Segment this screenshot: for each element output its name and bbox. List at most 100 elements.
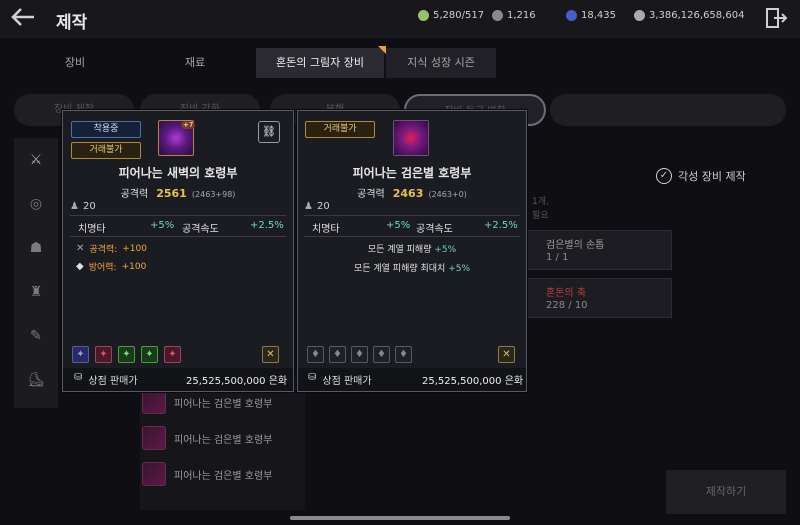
effect-value: +5%	[448, 264, 471, 274]
category-armor-icon[interactable]: ♜	[14, 272, 58, 312]
money-bag-icon: ⛁	[74, 372, 83, 383]
crit-label: 치명타	[312, 224, 340, 235]
effect-label: 모든 계열 피해량 최대치	[353, 264, 446, 274]
gem-slot-red-icon[interactable]: ✦	[95, 346, 112, 363]
gem-slot-red-icon[interactable]: ✦	[164, 346, 181, 363]
gem-slot-green-icon[interactable]: ✦	[118, 346, 135, 363]
flask-icon: ♟	[304, 201, 313, 212]
item-thumb	[142, 426, 166, 450]
link-icon[interactable]: ⛓	[258, 121, 280, 143]
crossed-swords-icon[interactable]: ✕	[262, 346, 279, 363]
untradeable-badge: 거래불가	[71, 142, 141, 159]
tab-knowledge-season[interactable]: 지식 성장 시즌	[386, 48, 496, 78]
silver-coin-icon	[634, 10, 645, 21]
item-thumb	[142, 390, 166, 414]
money-bag-icon: ⛁	[308, 372, 317, 383]
gem-slot-blue-icon[interactable]: ✦	[72, 346, 89, 363]
effect-line: 모든 계열 피해량 최대치 +5%	[299, 261, 525, 274]
attack-line: 공격력 2463 (2463+0)	[299, 182, 525, 201]
speed-label: 공격속도	[182, 224, 219, 235]
speed-value: +2.5%	[250, 220, 284, 231]
currency-crystal: 1,216	[492, 10, 536, 21]
currency-value: 3,386,126,658,604	[649, 10, 745, 21]
requirement-text: 필요	[532, 211, 549, 221]
category-boot-icon[interactable]: ⛸	[14, 360, 58, 400]
category-helmet-icon[interactable]: ☗	[14, 228, 58, 268]
level-value: 20	[82, 201, 96, 212]
empty-gem-slot-icon[interactable]: ♦	[395, 346, 412, 363]
effect-label: 모든 계열 피해량	[367, 245, 432, 255]
upgrade-level: +7	[181, 121, 196, 129]
talisman-icon	[393, 120, 429, 156]
blue-coin-icon	[566, 10, 577, 21]
exit-icon[interactable]	[764, 6, 788, 30]
equipped-badge: 착용중	[71, 121, 141, 138]
tab-chaos-shadow[interactable]: 혼돈의 그림자 장비	[256, 48, 384, 78]
sell-label: 상점 판매가	[322, 376, 372, 387]
item-thumb	[142, 462, 166, 486]
tab-equipment[interactable]: 장비	[40, 48, 110, 78]
currency-silver: 3,386,126,658,604	[634, 10, 744, 21]
subtab-empty	[550, 94, 786, 126]
bonus-value: +100	[121, 261, 147, 272]
awaken-label: 각성 장비 제작	[678, 170, 746, 183]
bonus-value: +100	[122, 243, 147, 254]
sell-price-label: ⛁ 상점 판매가	[308, 372, 372, 387]
attack-value: 2463	[392, 187, 424, 200]
tab-materials[interactable]: 재료	[160, 48, 230, 78]
divider	[304, 215, 520, 216]
material-name: 검은별의 손톱	[546, 240, 605, 251]
page-title: 제작	[56, 13, 88, 33]
home-indicator[interactable]	[290, 516, 510, 520]
attack-label: 공격력	[120, 189, 149, 200]
material-name: 혼돈의 축	[546, 288, 586, 299]
untradeable-badge: 거래불가	[305, 121, 375, 138]
currency-value: 1,216	[507, 10, 536, 21]
gem-slot-green-icon[interactable]: ✦	[141, 346, 158, 363]
list-item[interactable]: 피어나는 검은별 호령부	[142, 457, 302, 491]
category-shield-icon[interactable]: ◎	[14, 184, 58, 224]
craft-button[interactable]: 제작하기	[666, 470, 786, 514]
empty-gem-slot-icon[interactable]: ♦	[307, 346, 324, 363]
category-feather-icon[interactable]: ✎	[14, 316, 58, 356]
item-name: 피어나는 검은별 호령부	[352, 166, 472, 180]
list-item-label: 피어나는 검은별 호령부	[174, 398, 273, 410]
speed-value: +2.5%	[484, 220, 518, 231]
list-item[interactable]: 피어나는 검은별 호령부	[142, 421, 302, 455]
attack-value: 2561	[156, 187, 187, 200]
effect-value: +5%	[434, 245, 457, 255]
empty-gem-slot-icon[interactable]: ♦	[329, 346, 346, 363]
level-requirement: ♟ 20	[70, 201, 96, 212]
sell-label: 상점 판매가	[88, 376, 138, 387]
attack-label: 공격력	[357, 189, 385, 200]
crossed-swords-icon[interactable]: ✕	[498, 346, 515, 363]
gem-icon	[418, 10, 429, 21]
list-item-label: 피어나는 검은별 호령부	[174, 470, 273, 482]
sell-price-label: ⛁ 상점 판매가	[74, 372, 138, 387]
material-count: 1 / 1	[546, 252, 569, 263]
divider	[304, 236, 520, 237]
sword-icon: ✕	[76, 243, 85, 254]
material-count: 228 / 10	[546, 300, 588, 311]
currency-gem: 5,280/517	[418, 10, 484, 21]
empty-gem-slot-icon[interactable]: ♦	[351, 346, 368, 363]
currency-blue: 18,435	[566, 10, 616, 21]
back-arrow-icon[interactable]	[10, 6, 40, 32]
level-value: 20	[316, 201, 330, 212]
diamond-icon: ◆	[76, 261, 84, 272]
category-sword-icon[interactable]: ⚔	[14, 140, 58, 180]
item-name: 피어나는 새벽의 호령부	[118, 166, 238, 180]
empty-gem-slot-icon[interactable]: ♦	[373, 346, 390, 363]
sell-value: 25,525,500,000 은화	[422, 376, 524, 387]
divider	[70, 215, 286, 216]
currency-value: 5,280/517	[433, 10, 485, 21]
bonus-attack: ✕ 공격력: +100	[76, 242, 147, 255]
crit-value: +5%	[150, 220, 175, 231]
attack-line: 공격력 2561 (2463+98)	[64, 182, 292, 201]
divider	[70, 236, 286, 237]
awaken-craft-toggle[interactable]: ✓ 각성 장비 제작	[656, 168, 746, 184]
currency-value: 18,435	[581, 10, 616, 21]
flask-icon: ♟	[70, 201, 79, 212]
attack-detail: (2463+0)	[428, 190, 467, 199]
bonus-label: 공격력:	[89, 245, 118, 255]
